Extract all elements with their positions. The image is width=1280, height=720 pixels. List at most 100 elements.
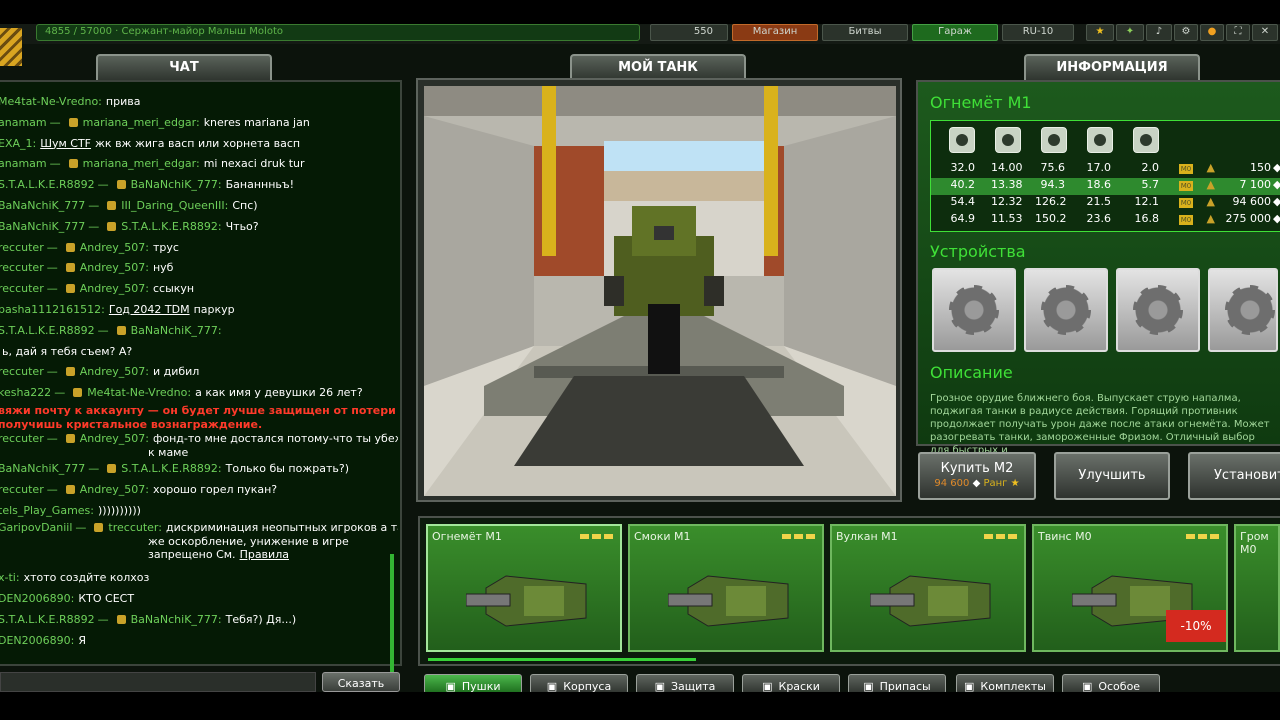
category-tab[interactable]: ▣ Комплекты <box>956 674 1054 694</box>
chat-recipient[interactable]: S.T.A.L.K.E.R8892: <box>121 220 221 233</box>
chat-recipient[interactable]: III_Daring_QueenIII: <box>121 199 228 212</box>
tab-chat[interactable]: ЧАТ <box>96 54 272 80</box>
price-value: 94 600 <box>1232 195 1272 208</box>
chat-sender[interactable]: EXA_1: <box>0 137 36 150</box>
tab-my-tank[interactable]: МОЙ ТАНК <box>570 54 746 80</box>
item-card[interactable]: Вулкан М1 <box>830 524 1026 652</box>
chat-input[interactable] <box>0 672 316 692</box>
device-slot-3[interactable] <box>1116 268 1200 352</box>
chat-recipient[interactable]: Andrey_507: <box>80 282 149 295</box>
device-slot-4[interactable] <box>1208 268 1278 352</box>
send-button[interactable]: Сказать <box>322 672 400 692</box>
chat-sender[interactable]: BaNaNchiK_777 <box>0 462 85 475</box>
mod-badge: M0 <box>1179 181 1193 191</box>
chat-text: kneres mariana jan <box>203 115 310 129</box>
chat-recipient[interactable]: Andrey_507: <box>80 365 149 378</box>
chat-recipient[interactable]: S.T.A.L.K.E.R8892: <box>121 462 221 475</box>
chat-sender[interactable]: anamam <box>0 116 47 129</box>
chat-text: ссыкун <box>152 282 195 296</box>
chat-sender[interactable]: GaripovDaniil <box>0 521 72 534</box>
chat-sender[interactable]: reccuter <box>0 365 44 378</box>
stats-row[interactable]: 40.2 13.38 94.3 18.6 5.7 M0 ▲ 7 100 ◆ <box>931 178 1280 195</box>
category-tab[interactable]: ▣ Корпуса <box>530 674 628 694</box>
tank-preview[interactable] <box>424 86 896 496</box>
fullscreen-icon[interactable]: ⛶ <box>1226 24 1250 41</box>
stats-row[interactable]: 32.0 14.00 75.6 17.0 2.0 M0 ▲ 150 ◆ <box>931 161 1280 178</box>
garage-scene <box>424 86 896 496</box>
chat-recipient[interactable]: Andrey_507: <box>80 241 149 254</box>
arrow-icon: — <box>46 282 58 296</box>
chat-sender[interactable]: DEN2006890: <box>0 592 74 605</box>
chat-line: BaNaNchiK_777— III_Daring_QueenIII: Спс) <box>0 196 398 217</box>
category-tab[interactable]: ▣ Краски <box>742 674 840 694</box>
battle-link[interactable]: Год 2042 TDM <box>109 303 190 316</box>
close-icon[interactable]: ✕ <box>1252 24 1278 41</box>
category-tab[interactable]: ▣ Пушки <box>424 674 522 694</box>
chat-sender[interactable]: BaNaNchiK_777 <box>0 220 85 233</box>
upgrade-button[interactable]: Улучшить <box>1054 452 1170 500</box>
stats-row[interactable]: 54.4 12.32 126.2 21.5 12.1 M0 ▲ 94 600 ◆ <box>931 195 1280 212</box>
chat-sender[interactable]: x-ti: <box>0 571 20 584</box>
item-name: Вулкан М1 <box>836 530 898 543</box>
chat-recipient[interactable]: BaNaNchiK_777: <box>131 613 222 626</box>
chat-sender[interactable]: tels_Play_Games: <box>0 504 94 517</box>
chat-line: anamam — mariana_meri_edgar: kneres mariana… <box>0 113 398 134</box>
chat-sender[interactable]: reccuter <box>0 261 44 274</box>
battles-button[interactable]: Битвы <box>822 24 908 41</box>
chat-sender[interactable]: anamam <box>0 157 47 170</box>
star-icon[interactable]: ★ <box>1086 24 1114 41</box>
chat-sender[interactable]: reccuter <box>0 282 44 295</box>
stats-row[interactable]: 64.9 11.53 150.2 23.6 16.8 M0 ▲ 275 000 ◆ <box>931 212 1280 229</box>
gear-icon[interactable]: ⚙ <box>1174 24 1198 41</box>
chat-recipient[interactable]: Me4tat-Ne-Vredno: <box>87 386 191 399</box>
chat-recipient[interactable]: BaNaNchiK_777: <box>131 324 222 337</box>
chat-recipient[interactable]: BaNaNchiK_777: <box>131 178 222 191</box>
device-slot-1[interactable] <box>932 268 1016 352</box>
arrow-icon: — <box>88 198 100 212</box>
item-card[interactable]: Твинс М0 -10% <box>1032 524 1228 652</box>
battle-link[interactable]: Шум CTF <box>40 137 91 150</box>
upgrade-label: Улучшить <box>1078 468 1146 483</box>
chat-recipient[interactable]: Andrey_507: <box>80 261 149 274</box>
chat-sender[interactable]: DEN2006890: <box>0 634 74 647</box>
chat-recipient[interactable]: mariana_meri_edgar: <box>83 157 200 170</box>
rules-link[interactable]: Правила <box>240 548 289 561</box>
chat-text: ь, дай я тебя съем? А? <box>2 344 133 358</box>
chat-sender[interactable]: reccuter <box>0 432 44 445</box>
language-select[interactable]: RU-10 <box>1002 24 1074 41</box>
item-card[interactable]: Смоки М1 <box>628 524 824 652</box>
chat-sender[interactable]: kesha222 <box>0 386 51 399</box>
item-card[interactable]: Огнемёт М1 <box>426 524 622 652</box>
chat-sender[interactable]: BaNaNchiK_777 <box>0 199 85 212</box>
chat-recipient[interactable]: Andrey_507: <box>80 483 149 496</box>
chat-sender[interactable]: S.T.A.L.K.E.R8892 <box>0 178 95 191</box>
category-tab[interactable]: ▣ Особое <box>1062 674 1160 694</box>
settings-icon[interactable]: ✦ <box>1116 24 1144 41</box>
category-tab[interactable]: ▣ Припасы <box>848 674 946 694</box>
category-tab[interactable]: ▣ Защита <box>636 674 734 694</box>
chat-line: ь, дай я тебя съем? А? <box>0 342 398 363</box>
list-scroll-indicator[interactable] <box>428 658 696 661</box>
tab-information[interactable]: ИНФОРМАЦИЯ <box>1024 54 1200 80</box>
install-button[interactable]: Установить <box>1188 452 1280 500</box>
chat-sender[interactable]: Me4tat-Ne-Vredno: <box>0 95 102 108</box>
item-card[interactable]: Гром М0 <box>1234 524 1280 652</box>
buy-button[interactable]: Купить М2 94 600 ◆ Ранг ★ <box>918 452 1036 500</box>
chat-sender[interactable]: reccuter <box>0 483 44 496</box>
shop-button[interactable]: Магазин <box>732 24 818 41</box>
price-value: 7 100 <box>1239 178 1272 191</box>
sound-icon[interactable]: ♪ <box>1146 24 1172 41</box>
chat-recipient[interactable]: mariana_meri_edgar: <box>83 116 200 129</box>
damage-icon <box>949 127 975 153</box>
chat-sender[interactable]: reccuter <box>0 241 44 254</box>
arrow-icon: — <box>46 431 58 445</box>
chat-sender[interactable]: pasha1112161512: <box>0 303 105 316</box>
coin-icon[interactable]: ● <box>1200 24 1224 41</box>
garage-button[interactable]: Гараж <box>912 24 998 41</box>
device-slot-2[interactable] <box>1024 268 1108 352</box>
chat-recipient[interactable]: Andrey_507: <box>80 432 149 445</box>
chat-line: reccuter — Andrey_507: и дибил <box>0 362 398 383</box>
chat-recipient[interactable]: treccuter: <box>108 521 162 534</box>
chat-sender[interactable]: S.T.A.L.K.E.R8892 <box>0 613 95 626</box>
chat-sender[interactable]: S.T.A.L.K.E.R8892 <box>0 324 95 337</box>
